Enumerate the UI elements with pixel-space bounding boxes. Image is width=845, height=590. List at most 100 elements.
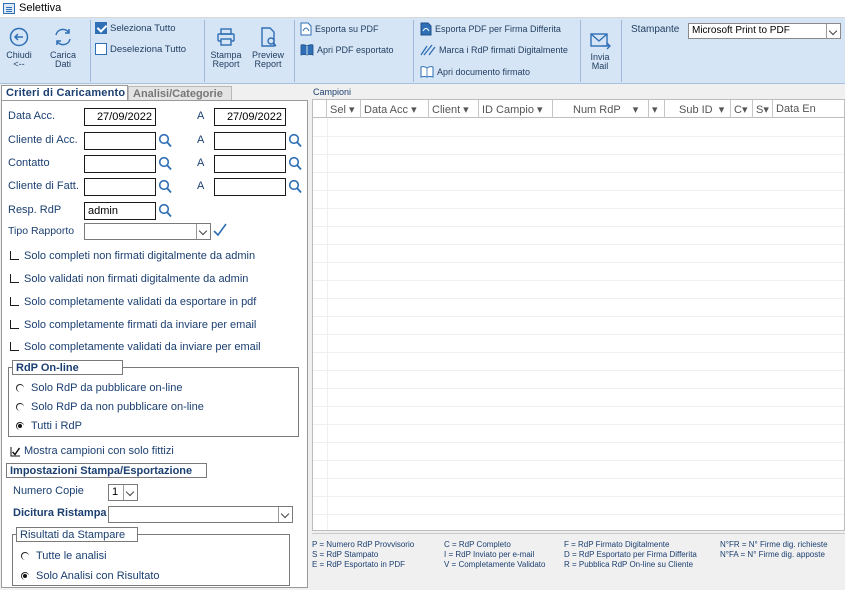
checkbox-checked-icon <box>95 22 107 34</box>
tab-criteri-caricamento[interactable]: Criteri di Caricamento <box>1 85 128 101</box>
risultati-title: Risultati da Stampare <box>16 527 138 542</box>
column-header-c[interactable]: C▾ <box>731 100 753 118</box>
window-title: Selettiva <box>19 2 62 14</box>
title-bar: Selettiva <box>0 0 845 18</box>
grid-header: Sel ▾ Data Acc ▾ Client ▾ ID Campio ▾ Nu… <box>313 100 844 118</box>
pdf-signature-icon <box>420 22 432 36</box>
search-icon[interactable] <box>158 203 172 218</box>
column-header-sub-id[interactable]: Sub ID ▾ <box>665 100 731 118</box>
search-icon[interactable] <box>158 156 172 171</box>
contatto-from-input[interactable] <box>84 155 156 173</box>
search-icon[interactable] <box>158 133 172 148</box>
filter-label: Solo completamente validati da inviare p… <box>24 341 261 353</box>
filter-label: Solo completamente validati da esportare… <box>24 296 257 308</box>
checkbox-empty-icon <box>95 43 107 55</box>
contatto-label: Contatto <box>8 157 50 169</box>
mail-send-icon <box>590 33 611 50</box>
cliente-acc-to-input[interactable] <box>214 132 286 150</box>
form-icon <box>3 3 15 14</box>
tipo-rapporto-select[interactable] <box>84 223 211 240</box>
radio-label: Tutte le analisi <box>36 550 107 562</box>
data-acc-to-input[interactable]: 27/09/2022 <box>214 108 286 126</box>
open-signed-document-label: Apri documento firmato <box>437 66 531 77</box>
preview-report-label: Preview Report <box>251 50 284 69</box>
search-icon[interactable] <box>288 156 302 171</box>
data-acc-label: Data Acc. <box>8 110 56 122</box>
print-report-button[interactable]: Stampa Report <box>208 26 244 69</box>
chevron-down-icon[interactable] <box>826 24 840 38</box>
load-data-label: Carica Dati <box>49 50 76 69</box>
campioni-label: Campioni <box>313 87 352 97</box>
dicitura-ristampa-select[interactable] <box>108 506 293 523</box>
chevron-down-icon[interactable] <box>123 485 137 500</box>
column-header-data-acc[interactable]: Data Acc ▾ <box>361 100 429 118</box>
cliente-fatt-to-input[interactable] <box>214 178 286 196</box>
campioni-grid[interactable]: Sel ▾ Data Acc ▾ Client ▾ ID Campio ▾ Nu… <box>312 99 845 531</box>
column-header-client[interactable]: Client ▾ <box>429 100 479 118</box>
send-mail-button[interactable]: Invia Mail <box>583 30 617 71</box>
tab-analisi-categorie[interactable]: Analisi/Categorie <box>128 86 232 101</box>
data-acc-from-input[interactable]: 27/09/2022 <box>84 108 156 126</box>
chevron-down-icon[interactable] <box>278 507 292 522</box>
radio-tutte-analisi[interactable]: Tutte le analisi <box>21 550 107 562</box>
pdf-file-icon <box>300 22 312 36</box>
filter-validati-email-checkbox[interactable]: Solo completamente validati da inviare p… <box>10 341 261 353</box>
close-button-label: Chiudi <-- <box>6 50 32 69</box>
filter-esportare-pdf-checkbox[interactable]: Solo completamente validati da esportare… <box>10 296 256 308</box>
numero-copie-label: Numero Copie <box>13 485 84 497</box>
radio-tutti[interactable]: Tutti i RdP <box>16 420 82 432</box>
export-pdf-button[interactable]: Esporta su PDF <box>300 22 379 36</box>
radio-pubblicare[interactable]: Solo RdP da pubblicare on-line <box>16 382 182 394</box>
contatto-to-input[interactable] <box>214 155 286 173</box>
legend-item: F = RdP Firmato Digitalmente <box>564 540 670 549</box>
check-mark-icon <box>10 446 21 456</box>
chevron-down-icon[interactable] <box>196 224 210 239</box>
column-header-sel[interactable]: Sel ▾ <box>327 100 361 118</box>
legend-item: P = Numero RdP Provvisorio <box>312 540 415 549</box>
filter-firmati-email-checkbox[interactable]: Solo completamente firmati da inviare pe… <box>10 319 256 331</box>
column-header-num-rdp[interactable]: Num RdP ▾ <box>553 100 649 118</box>
export-pdf-signature-button[interactable]: Esporta PDF per Firma Differita <box>420 22 561 36</box>
filter-completi-checkbox[interactable]: Solo completi non firmati digitalmente d… <box>10 250 255 262</box>
tipo-rapporto-label: Tipo Rapporto <box>8 225 75 237</box>
open-exported-pdf-button[interactable]: Apri PDF esportato <box>300 43 394 56</box>
column-header-data-en[interactable]: Data En <box>773 100 844 118</box>
radio-solo-risultato[interactable]: Solo Analisi con Risultato <box>21 570 160 582</box>
numero-copie-select[interactable]: 1 <box>108 484 138 501</box>
radio-non-pubblicare[interactable]: Solo RdP da non pubblicare on-line <box>16 401 204 413</box>
checkmark-icon[interactable] <box>213 222 227 238</box>
mark-signed-button[interactable]: Marca i RdP firmati Digitalmente <box>420 43 568 56</box>
close-button[interactable]: Chiudi <-- <box>4 26 34 69</box>
column-header-id-campio[interactable]: ID Campio ▾ <box>479 100 553 118</box>
a-label: A <box>197 110 205 122</box>
search-icon[interactable] <box>288 133 302 148</box>
printer-select[interactable]: Microsoft Print to PDF <box>688 23 841 39</box>
search-icon[interactable] <box>158 179 172 194</box>
column-header-s[interactable]: S▾ <box>753 100 773 118</box>
cliente-fatt-label: Cliente di Fatt. <box>8 180 79 192</box>
column-header-blank[interactable]: ▾ <box>649 100 665 118</box>
dicitura-ristampa-label: Dicitura Ristampa <box>13 507 107 519</box>
mostra-fittizi-label: Mostra campioni con solo fittizi <box>24 445 174 457</box>
search-icon[interactable] <box>288 179 302 194</box>
mostra-fittizi-checkbox[interactable]: Mostra campioni con solo fittizi <box>10 445 174 457</box>
resp-rdp-input[interactable]: admin <box>84 202 156 220</box>
export-pdf-label: Esporta su PDF <box>315 24 379 34</box>
stampa-settings-title: Impostazioni Stampa/Esportazione <box>6 463 207 478</box>
cliente-acc-from-input[interactable] <box>84 132 156 150</box>
mark-signed-label: Marca i RdP firmati Digitalmente <box>439 44 568 55</box>
preview-report-button[interactable]: Preview Report <box>248 26 288 69</box>
radio-label: Solo RdP da non pubblicare on-line <box>31 401 204 413</box>
filter-label: Solo validati non firmati digitalmente d… <box>24 273 249 285</box>
cliente-fatt-from-input[interactable] <box>84 178 156 196</box>
legend-item: S = RdP Stampato <box>312 550 379 559</box>
load-data-button[interactable]: Carica Dati <box>48 26 78 69</box>
legend-item: N°FA = N° Firme dig. apposte <box>720 550 825 559</box>
ribbon: Chiudi <-- Carica Dati Seleziona Tutto D… <box>0 18 845 84</box>
filter-validati-checkbox[interactable]: Solo validati non firmati digitalmente d… <box>10 273 248 285</box>
deselect-all-checkbox[interactable]: Deseleziona Tutto <box>95 43 186 55</box>
select-all-checkbox[interactable]: Seleziona Tutto <box>95 22 176 34</box>
refresh-icon <box>55 28 71 46</box>
open-exported-pdf-label: Apri PDF esportato <box>317 44 394 55</box>
open-signed-document-button[interactable]: Apri documento firmato <box>420 65 530 78</box>
